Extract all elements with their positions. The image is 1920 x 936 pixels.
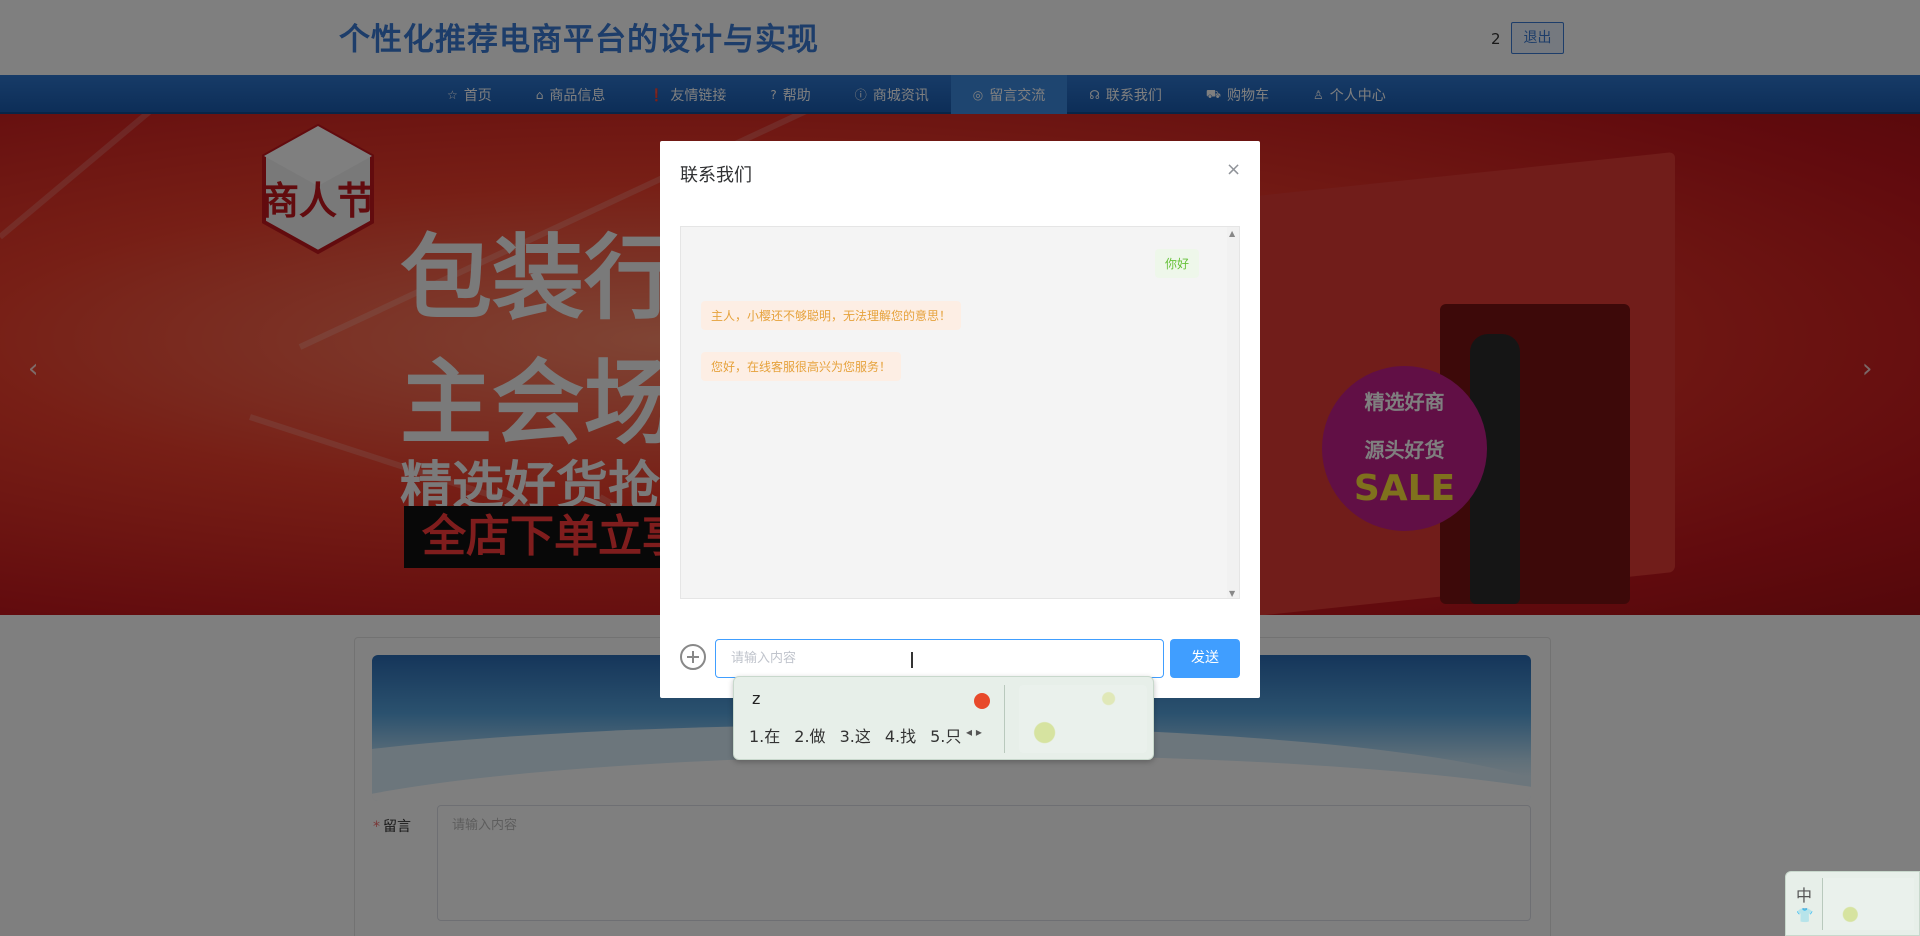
ime-mode-toggle[interactable]: 中 <box>1796 882 1812 906</box>
ime-logo-icon <box>974 693 990 709</box>
chat-scrollbar[interactable]: ▲ ▼ <box>1227 227 1239 598</box>
ime-candidate-list: 1.在 2.做 3.这 4.找 5.只 <box>749 723 975 747</box>
chat-input[interactable]: 请输入内容 <box>715 639 1164 678</box>
ime-candidate[interactable]: 4.找 <box>885 723 916 747</box>
plus-icon[interactable] <box>680 644 706 670</box>
ime-candidate-window: z 1.在 2.做 3.这 4.找 5.只 ◂ ▸ <box>733 676 1154 760</box>
chat-message-bot: 主人，小樱还不够聪明，无法理解您的意思！ <box>701 301 962 330</box>
scroll-up-icon[interactable]: ▲ <box>1229 229 1235 238</box>
ime-candidate[interactable]: 3.这 <box>840 723 871 747</box>
contact-dialog: 联系我们 × 你好 主人，小樱还不够聪明，无法理解您的意思！ 您好，在线客服很高… <box>660 141 1260 698</box>
chat-history[interactable]: 你好 主人，小樱还不够聪明，无法理解您的意思！ 您好，在线客服很高兴为您服务！ … <box>680 226 1240 599</box>
close-icon[interactable]: × <box>1226 159 1241 180</box>
chat-input-placeholder: 请输入内容 <box>731 651 797 666</box>
chat-message-bot: 您好，在线客服很高兴为您服务！ <box>701 352 902 381</box>
chat-message-user: 你好 <box>1154 249 1199 278</box>
dialog-title: 联系我们 <box>680 165 752 186</box>
shirt-icon[interactable]: 👕 <box>1796 908 1813 924</box>
ime-pager-arrows[interactable]: ◂ ▸ <box>966 725 982 739</box>
ime-status-bar: 中 👕 <box>1785 871 1920 936</box>
ime-candidate[interactable]: 1.在 <box>749 723 780 747</box>
ime-candidate[interactable]: 5.只 <box>930 723 961 747</box>
ime-composition: z <box>752 689 761 708</box>
scroll-down-icon[interactable]: ▼ <box>1229 589 1235 598</box>
ime-candidate[interactable]: 2.做 <box>794 723 825 747</box>
ime-skin-decoration <box>1019 685 1147 753</box>
text-cursor-icon <box>911 652 913 668</box>
send-button[interactable]: 发送 <box>1170 639 1240 678</box>
ime-separator <box>1004 685 1005 753</box>
ime-status-decoration <box>1822 878 1914 930</box>
